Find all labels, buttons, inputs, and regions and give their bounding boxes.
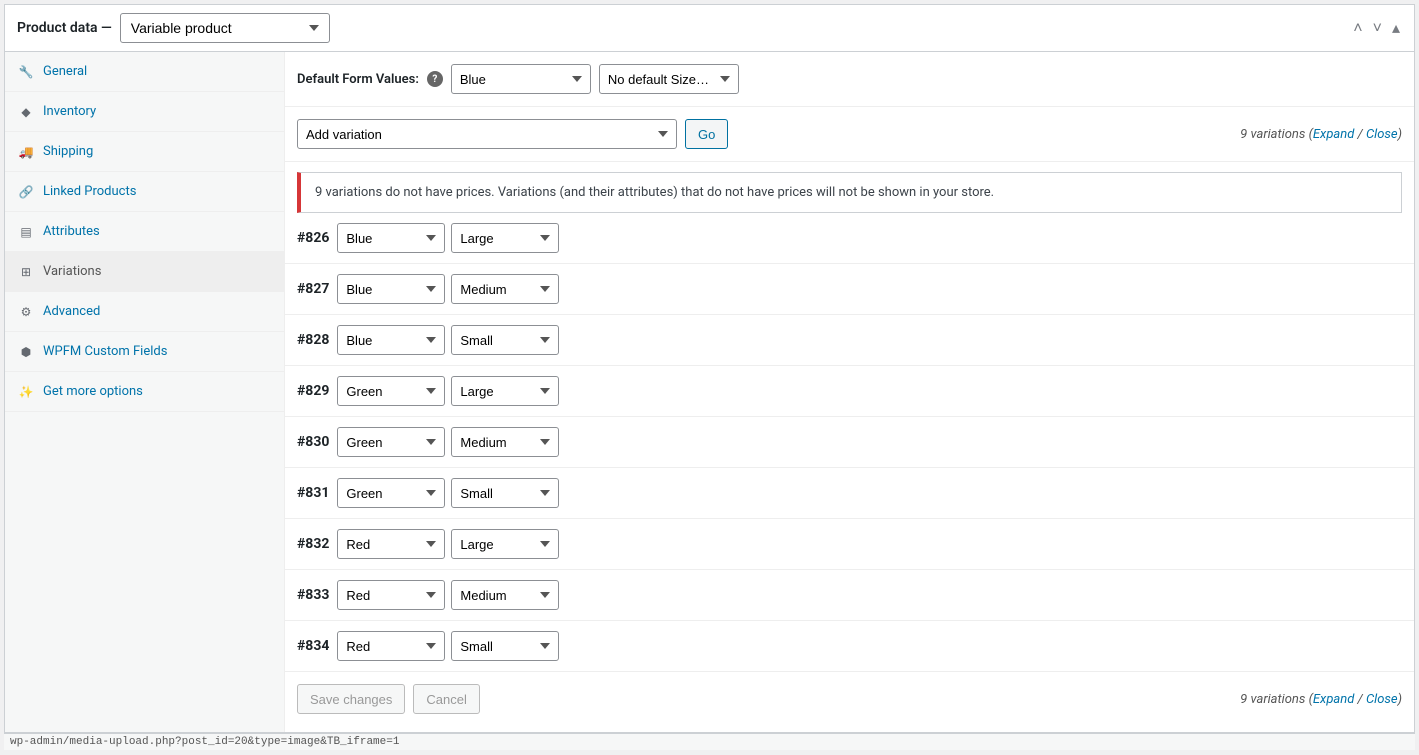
variations-actions-bottom: Save changes Cancel 9 variations (Expand… bbox=[285, 672, 1414, 726]
sidebar-item-label: Variations bbox=[43, 264, 101, 279]
browser-statusbar: wp-admin/media-upload.php?post_id=20&typ… bbox=[4, 733, 1415, 750]
variation-color-select[interactable]: Red bbox=[337, 580, 445, 610]
cube-icon: ⬢ bbox=[19, 345, 33, 359]
sidebar-item-linked[interactable]: 🔗 Linked Products bbox=[5, 172, 284, 212]
variation-row[interactable]: #832 RedLarge bbox=[285, 519, 1414, 570]
grid-icon: ⊞ bbox=[19, 265, 33, 279]
variation-row[interactable]: #830 GreenMedium bbox=[285, 417, 1414, 468]
expand-link-bottom[interactable]: Expand bbox=[1313, 692, 1354, 707]
default-form-values-toolbar: Default Form Values: ? Blue No default S… bbox=[285, 52, 1414, 107]
variation-size-select[interactable]: Small bbox=[451, 325, 559, 355]
panel-header: Product data — Variable product ˄ ˅ ▴ bbox=[5, 5, 1414, 52]
variations-list: #826BlueLarge#827BlueMedium#828BlueSmall… bbox=[285, 213, 1414, 672]
variation-size-select[interactable]: Small bbox=[451, 631, 559, 661]
close-link-bottom[interactable]: Close bbox=[1366, 692, 1398, 707]
product-data-panel: Product data — Variable product ˄ ˅ ▴ 🔧 G… bbox=[4, 4, 1415, 733]
sidebar-item-label: Shipping bbox=[43, 144, 93, 159]
variation-color-select[interactable]: Blue bbox=[337, 325, 445, 355]
sidebar-item-attributes[interactable]: ▤ Attributes bbox=[5, 212, 284, 252]
variation-size-select[interactable]: Large bbox=[451, 223, 559, 253]
sidebar-item-more[interactable]: ✨ Get more options bbox=[5, 372, 284, 412]
variation-id: #834 bbox=[297, 638, 329, 654]
wrench-icon: 🔧 bbox=[19, 65, 33, 79]
variation-color-select[interactable]: Green bbox=[337, 376, 445, 406]
variations-actions-top: Add variation Go 9 variations (Expand / … bbox=[285, 107, 1414, 162]
variation-color-select[interactable]: Green bbox=[337, 427, 445, 457]
sidebar-item-shipping[interactable]: 🚚 Shipping bbox=[5, 132, 284, 172]
default-form-values-label: Default Form Values: bbox=[297, 72, 419, 87]
variation-row[interactable]: #829 GreenLarge bbox=[285, 366, 1414, 417]
variation-color-select[interactable]: Blue bbox=[337, 274, 445, 304]
panel-title: Product data — bbox=[17, 20, 112, 36]
price-warning-notice: 9 variations do not have prices. Variati… bbox=[297, 172, 1402, 213]
variation-row[interactable]: #833 RedMedium bbox=[285, 570, 1414, 621]
variations-count-top: 9 variations (Expand / Close) bbox=[1240, 127, 1402, 142]
variation-color-select[interactable]: Red bbox=[337, 631, 445, 661]
product-type-select[interactable]: Variable product bbox=[120, 13, 330, 43]
sidebar-item-label: Attributes bbox=[43, 224, 100, 239]
variation-row[interactable]: #828 BlueSmall bbox=[285, 315, 1414, 366]
sidebar-item-label: Linked Products bbox=[43, 184, 136, 199]
variation-id: #828 bbox=[297, 332, 329, 348]
variation-color-select[interactable]: Red bbox=[337, 529, 445, 559]
sidebar-item-label: Advanced bbox=[43, 304, 100, 319]
variation-size-select[interactable]: Large bbox=[451, 376, 559, 406]
panel-move-down-icon[interactable]: ˅ bbox=[1371, 18, 1384, 38]
expand-link-top[interactable]: Expand bbox=[1313, 127, 1354, 142]
variation-id: #829 bbox=[297, 383, 329, 399]
truck-icon: 🚚 bbox=[19, 145, 33, 159]
list-icon: ▤ bbox=[19, 225, 33, 239]
variations-content: Default Form Values: ? Blue No default S… bbox=[285, 52, 1414, 732]
variation-color-select[interactable]: Green bbox=[337, 478, 445, 508]
variation-size-select[interactable]: Medium bbox=[451, 580, 559, 610]
variation-size-select[interactable]: Medium bbox=[451, 427, 559, 457]
help-icon[interactable]: ? bbox=[427, 71, 443, 87]
close-link-top[interactable]: Close bbox=[1366, 127, 1398, 142]
wand-icon: ✨ bbox=[19, 385, 33, 399]
sidebar-item-label: WPFM Custom Fields bbox=[43, 344, 167, 359]
variation-id: #832 bbox=[297, 536, 329, 552]
box-icon: ◆ bbox=[19, 105, 33, 119]
variation-size-select[interactable]: Small bbox=[451, 478, 559, 508]
variation-row[interactable]: #826 BlueLarge bbox=[285, 213, 1414, 264]
sidebar-item-label: General bbox=[43, 64, 87, 79]
gear-icon: ⚙ bbox=[19, 305, 33, 319]
panel-toggle-icon[interactable]: ▴ bbox=[1390, 18, 1402, 38]
variation-size-select[interactable]: Medium bbox=[451, 274, 559, 304]
variation-id: #826 bbox=[297, 230, 329, 246]
sidebar-tabs: 🔧 General ◆ Inventory 🚚 Shipping 🔗 Linked Produ… bbox=[5, 52, 285, 732]
panel-move-up-icon[interactable]: ˄ bbox=[1351, 18, 1364, 38]
sidebar-item-label: Get more options bbox=[43, 384, 143, 399]
variation-id: #833 bbox=[297, 587, 329, 603]
variation-id: #830 bbox=[297, 434, 329, 450]
variations-count-bottom: 9 variations (Expand / Close) bbox=[1240, 692, 1402, 707]
variation-row[interactable]: #831 GreenSmall bbox=[285, 468, 1414, 519]
sidebar-item-inventory[interactable]: ◆ Inventory bbox=[5, 92, 284, 132]
variation-row[interactable]: #834 RedSmall bbox=[285, 621, 1414, 672]
sidebar-item-label: Inventory bbox=[43, 104, 96, 119]
variation-row[interactable]: #827 BlueMedium bbox=[285, 264, 1414, 315]
variation-color-select[interactable]: Blue bbox=[337, 223, 445, 253]
panel-controls: ˄ ˅ ▴ bbox=[1351, 18, 1402, 38]
default-size-select[interactable]: No default Size… bbox=[599, 64, 739, 94]
sidebar-item-general[interactable]: 🔧 General bbox=[5, 52, 284, 92]
variation-id: #831 bbox=[297, 485, 329, 501]
link-icon: 🔗 bbox=[19, 185, 33, 199]
add-variation-select[interactable]: Add variation bbox=[297, 119, 677, 149]
go-button[interactable]: Go bbox=[685, 119, 728, 149]
sidebar-item-variations[interactable]: ⊞ Variations bbox=[5, 252, 284, 292]
sidebar-item-wpfm[interactable]: ⬢ WPFM Custom Fields bbox=[5, 332, 284, 372]
sidebar-item-advanced[interactable]: ⚙ Advanced bbox=[5, 292, 284, 332]
variation-size-select[interactable]: Large bbox=[451, 529, 559, 559]
variation-id: #827 bbox=[297, 281, 329, 297]
save-changes-button[interactable]: Save changes bbox=[297, 684, 405, 714]
cancel-button[interactable]: Cancel bbox=[413, 684, 479, 714]
default-color-select[interactable]: Blue bbox=[451, 64, 591, 94]
